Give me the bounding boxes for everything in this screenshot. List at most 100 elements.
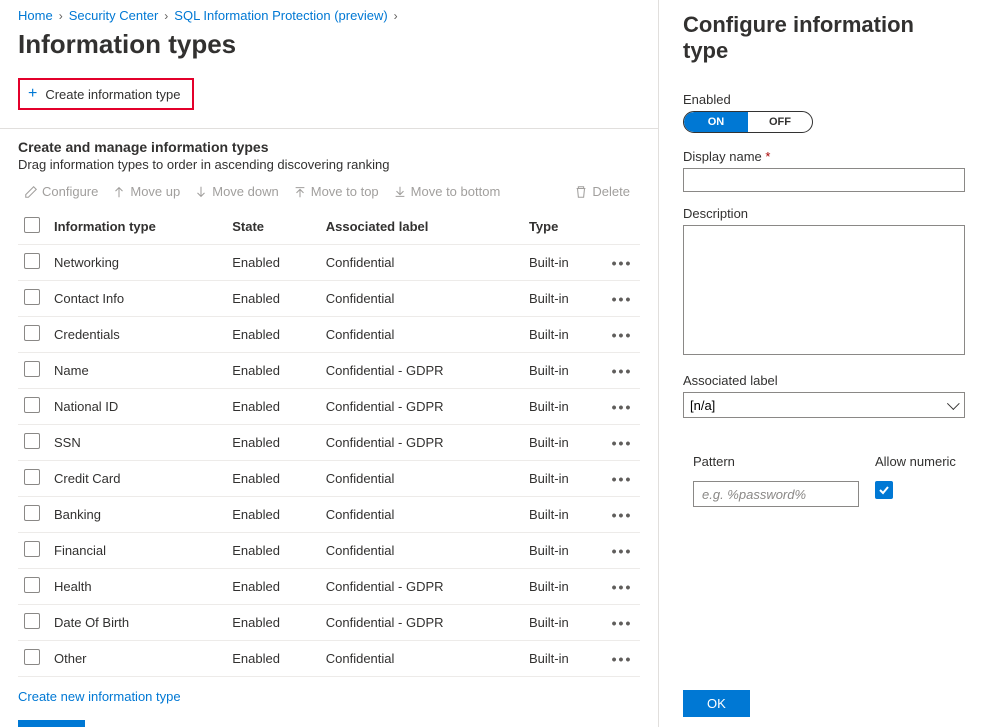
cell-state: Enabled [226, 641, 320, 677]
col-header-name[interactable]: Information type [48, 209, 226, 245]
toolbar-label: Move to top [311, 184, 379, 199]
toolbar-label: Delete [592, 184, 630, 199]
table-row[interactable]: National IDEnabledConfidential - GDPRBui… [18, 389, 640, 425]
cell-state: Enabled [226, 353, 320, 389]
table-row[interactable]: FinancialEnabledConfidentialBuilt-in••• [18, 533, 640, 569]
cell-type: Built-in [523, 533, 604, 569]
move-up-button[interactable]: Move up [112, 184, 180, 199]
cell-name: SSN [48, 425, 226, 461]
cell-type: Built-in [523, 497, 604, 533]
table-row[interactable]: BankingEnabledConfidentialBuilt-in••• [18, 497, 640, 533]
pattern-input[interactable] [693, 481, 859, 507]
move-down-button[interactable]: Move down [194, 184, 278, 199]
table-row[interactable]: Contact InfoEnabledConfidentialBuilt-in•… [18, 281, 640, 317]
breadcrumb-item[interactable]: Home [18, 8, 53, 23]
more-icon[interactable]: ••• [612, 327, 633, 343]
chevron-right-icon: › [59, 9, 63, 23]
row-checkbox[interactable] [24, 325, 40, 341]
table-row[interactable]: Date Of BirthEnabledConfidential - GDPRB… [18, 605, 640, 641]
row-checkbox[interactable] [24, 289, 40, 305]
page-title: Information types [18, 29, 640, 60]
create-information-type-button[interactable]: + Create information type [18, 78, 194, 110]
chevron-right-icon: › [394, 9, 398, 23]
more-icon[interactable]: ••• [612, 507, 633, 523]
more-icon[interactable]: ••• [612, 435, 633, 451]
cell-type: Built-in [523, 389, 604, 425]
row-checkbox[interactable] [24, 505, 40, 521]
section-subtitle: Drag information types to order in ascen… [18, 157, 640, 172]
plus-icon: + [28, 86, 37, 102]
pencil-icon [24, 185, 38, 199]
cell-type: Built-in [523, 569, 604, 605]
table-row[interactable]: Credit CardEnabledConfidentialBuilt-in••… [18, 461, 640, 497]
cell-label: Confidential [320, 281, 523, 317]
divider [0, 128, 658, 129]
row-checkbox[interactable] [24, 577, 40, 593]
table-row[interactable]: NameEnabledConfidential - GDPRBuilt-in••… [18, 353, 640, 389]
associated-label-select[interactable]: [n/a] [683, 392, 965, 418]
breadcrumb-item[interactable]: Security Center [69, 8, 159, 23]
row-checkbox[interactable] [24, 541, 40, 557]
row-checkbox[interactable] [24, 613, 40, 629]
row-checkbox[interactable] [24, 433, 40, 449]
display-name-input[interactable] [683, 168, 965, 192]
toggle-off[interactable]: OFF [748, 112, 812, 132]
description-input[interactable] [683, 225, 965, 355]
panel-ok-button[interactable]: OK [683, 690, 750, 717]
table-row[interactable]: NetworkingEnabledConfidentialBuilt-in••• [18, 245, 640, 281]
enabled-toggle[interactable]: ON OFF [683, 111, 813, 133]
cell-type: Built-in [523, 461, 604, 497]
cell-type: Built-in [523, 317, 604, 353]
arrow-up-icon [112, 185, 126, 199]
more-icon[interactable]: ••• [612, 651, 633, 667]
create-new-information-type-link[interactable]: Create new information type [18, 689, 181, 704]
toolbar-label: Move down [212, 184, 278, 199]
table-row[interactable]: CredentialsEnabledConfidentialBuilt-in••… [18, 317, 640, 353]
breadcrumb-item[interactable]: SQL Information Protection (preview) [174, 8, 387, 23]
more-icon[interactable]: ••• [612, 255, 633, 271]
select-all-checkbox[interactable] [24, 217, 40, 233]
col-header-state[interactable]: State [226, 209, 320, 245]
check-icon [878, 484, 890, 496]
section-title: Create and manage information types [18, 139, 640, 155]
row-checkbox[interactable] [24, 397, 40, 413]
toggle-on[interactable]: ON [684, 112, 748, 132]
row-checkbox[interactable] [24, 469, 40, 485]
delete-button[interactable]: Delete [574, 184, 630, 199]
information-types-table: Information type State Associated label … [18, 209, 640, 677]
table-row[interactable]: SSNEnabledConfidential - GDPRBuilt-in••• [18, 425, 640, 461]
more-icon[interactable]: ••• [612, 579, 633, 595]
cell-name: Networking [48, 245, 226, 281]
allow-numeric-checkbox[interactable] [875, 481, 893, 499]
cell-type: Built-in [523, 641, 604, 677]
ok-button[interactable]: OK [18, 720, 85, 727]
more-icon[interactable]: ••• [612, 363, 633, 379]
cell-name: Banking [48, 497, 226, 533]
configure-button[interactable]: Configure [24, 184, 98, 199]
move-top-button[interactable]: Move to top [293, 184, 379, 199]
row-checkbox[interactable] [24, 253, 40, 269]
cell-name: Financial [48, 533, 226, 569]
col-header-label[interactable]: Associated label [320, 209, 523, 245]
row-checkbox[interactable] [24, 361, 40, 377]
table-row[interactable]: OtherEnabledConfidentialBuilt-in••• [18, 641, 640, 677]
cell-name: Credentials [48, 317, 226, 353]
cell-name: National ID [48, 389, 226, 425]
move-bottom-button[interactable]: Move to bottom [393, 184, 501, 199]
cell-state: Enabled [226, 281, 320, 317]
more-icon[interactable]: ••• [612, 291, 633, 307]
cell-label: Confidential [320, 533, 523, 569]
cell-label: Confidential [320, 497, 523, 533]
more-icon[interactable]: ••• [612, 399, 633, 415]
col-header-type[interactable]: Type [523, 209, 604, 245]
row-checkbox[interactable] [24, 649, 40, 665]
more-icon[interactable]: ••• [612, 471, 633, 487]
cell-state: Enabled [226, 317, 320, 353]
cell-state: Enabled [226, 245, 320, 281]
more-icon[interactable]: ••• [612, 543, 633, 559]
display-name-label: Display name * [683, 149, 965, 164]
cell-name: Other [48, 641, 226, 677]
more-icon[interactable]: ••• [612, 615, 633, 631]
cell-state: Enabled [226, 461, 320, 497]
table-row[interactable]: HealthEnabledConfidential - GDPRBuilt-in… [18, 569, 640, 605]
